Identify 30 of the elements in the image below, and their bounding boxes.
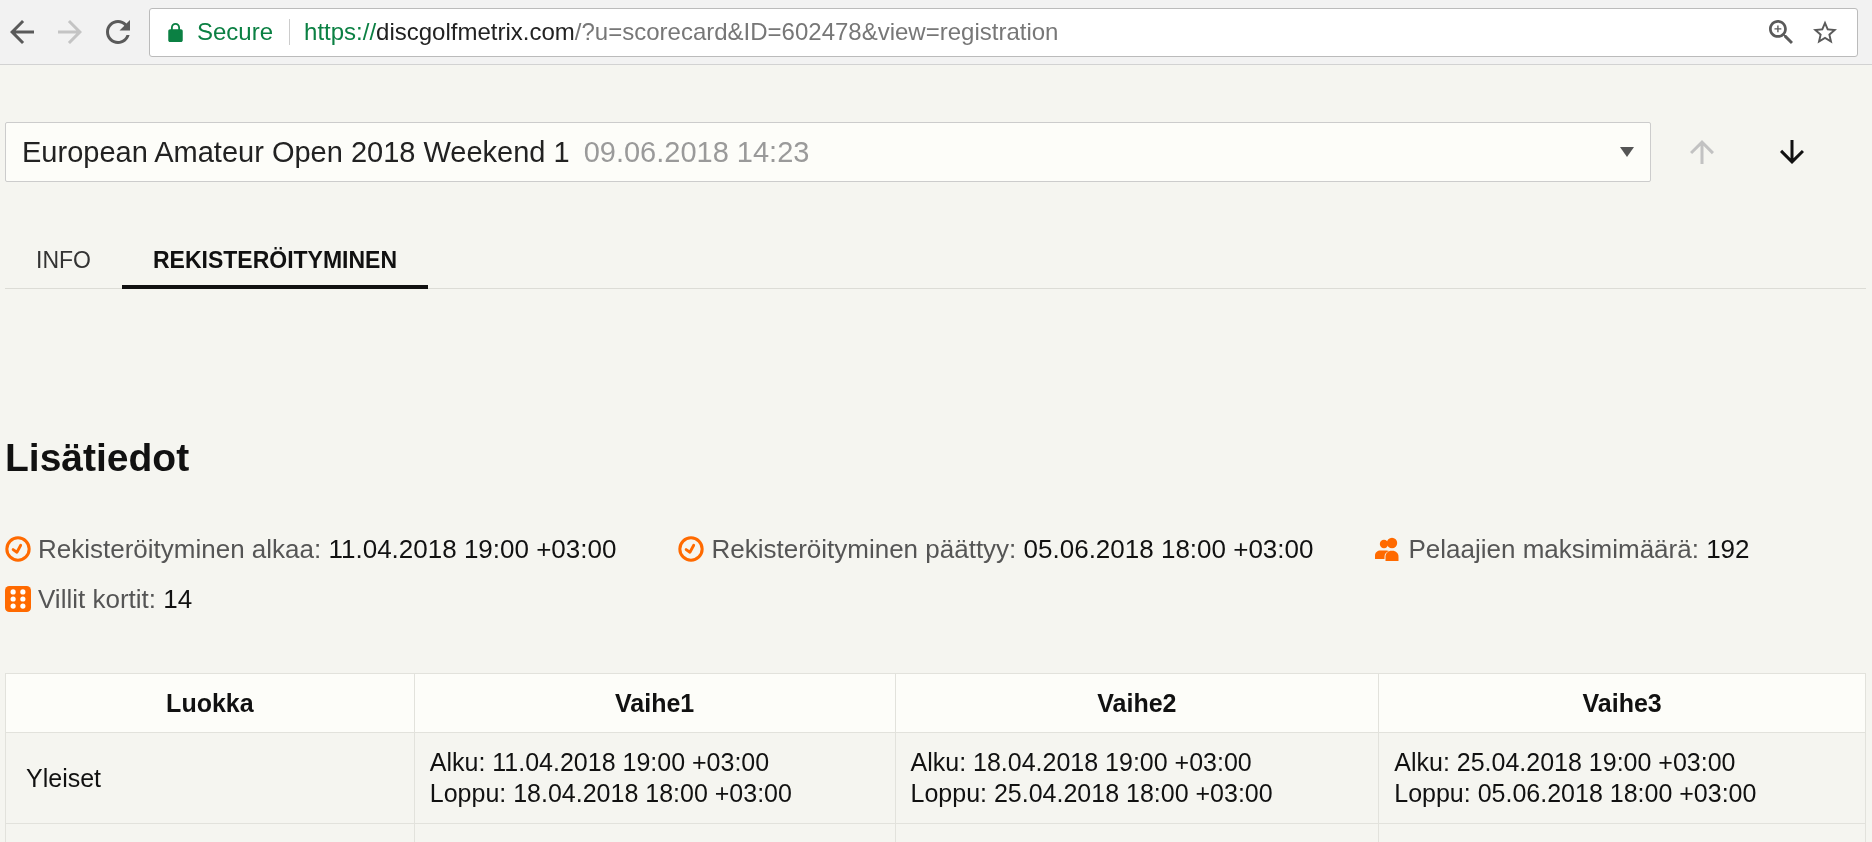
detail-text: Rekisteröityminen päättyy: 05.06.2018 18:00 +03:00 (711, 533, 1314, 565)
event-select[interactable]: European Amateur Open 2018 Weekend 1 09.06.2018 14:23 (5, 122, 1651, 182)
clock-icon (5, 536, 31, 562)
detail-text: Pelaajien maksimimäärä: 192 (1408, 533, 1750, 565)
table-header-cell: Vaihe1 (414, 674, 896, 733)
star-icon[interactable] (1813, 20, 1837, 44)
table-header-cell: Vaihe2 (895, 674, 1380, 733)
table-header-cell: Vaihe3 (1379, 674, 1866, 733)
table-header-cell: Luokka (6, 674, 415, 733)
users-icon (1375, 536, 1402, 562)
reload-icon[interactable] (106, 20, 130, 44)
table-cell: Alku: 25.04.2018 19:00 +03:00 Loppu: 05.06.2018 18:00 +03:00 (1379, 733, 1866, 824)
back-arrow-icon[interactable] (10, 20, 34, 44)
lock-icon (168, 22, 183, 42)
table-cell: Alku: 18.04.2018 19:00 +03:00 Loppu: 25.04.2018 18:00 +03:00 (895, 733, 1380, 824)
caret-down-icon (1620, 147, 1634, 157)
section-heading: Lisätiedot (5, 435, 191, 481)
tab[interactable]: REKISTERÖITYMINEN (121, 231, 429, 289)
detail-text: Rekisteröityminen alkaa: 11.04.2018 19:00 +03:00 (38, 533, 617, 565)
tab[interactable]: INFO (5, 231, 122, 289)
zoom-in-icon[interactable] (1769, 20, 1793, 44)
address-bar[interactable]: Secure https://discgolfmetrix.com/?u=scorecard&ID=602478&view=registration (149, 7, 1858, 57)
detail-text: Villit kortit: 14 (38, 583, 193, 615)
security-label: Secure (197, 18, 274, 46)
dice-icon (5, 586, 31, 612)
table-cell: Yleiset (6, 733, 415, 824)
table-cell: Alku: 11.04.2018 19:00 +03:00 Loppu: 18.04.2018 18:00 +03:00 (414, 733, 896, 824)
clock-icon (678, 536, 705, 562)
arrow-down-icon[interactable] (1780, 140, 1804, 164)
url-text: https://discgolfmetrix.com/?u=scorecard&ID=602478&view=registration (304, 18, 1059, 46)
